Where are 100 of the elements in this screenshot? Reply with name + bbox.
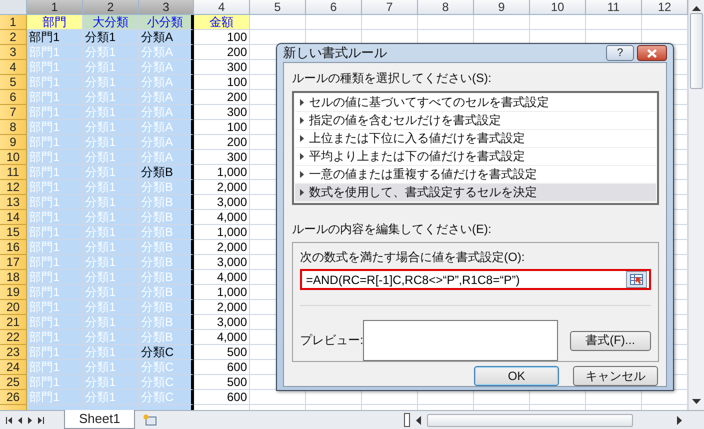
table-cell: 部門1: [27, 300, 83, 315]
row-header[interactable]: 16: [0, 240, 27, 255]
row-header[interactable]: 8: [0, 120, 27, 135]
table-cell: 分類A: [139, 75, 194, 90]
next-sheet-icon[interactable]: [28, 416, 32, 424]
table-cell: 部門1: [27, 270, 83, 285]
row-header[interactable]: 2: [0, 30, 27, 45]
table-cell: 300: [194, 105, 250, 120]
row-header[interactable]: 1: [0, 15, 27, 30]
table-cell: 分類1: [83, 225, 139, 240]
table-cell: 4,000: [194, 210, 250, 225]
scroll-right-icon[interactable]: [677, 416, 682, 424]
row-header[interactable]: 25: [0, 375, 27, 390]
table-cell: 分類A: [139, 45, 194, 60]
table-cell: 分類1: [83, 135, 139, 150]
row-header[interactable]: 23: [0, 345, 27, 360]
row-header[interactable]: 18: [0, 270, 27, 285]
row-header[interactable]: 5: [0, 75, 27, 90]
table-cell: 分類B: [139, 240, 194, 255]
rule-type-item[interactable]: 平均より上または下の値だけを書式設定: [295, 148, 656, 166]
table-cell: 分類C: [139, 360, 194, 375]
row-header[interactable]: 7: [0, 105, 27, 120]
column-header[interactable]: 8: [418, 0, 474, 15]
sheet-tab[interactable]: Sheet1: [64, 410, 136, 429]
table-cell: 分類1: [83, 75, 139, 90]
row-header[interactable]: 12: [0, 180, 27, 195]
table-cell: 分類B: [139, 195, 194, 210]
range-picker-icon: [630, 274, 643, 285]
row-header[interactable]: 24: [0, 360, 27, 375]
row-header[interactable]: 21: [0, 315, 27, 330]
row-header[interactable]: 17: [0, 255, 27, 270]
row-header[interactable]: 10: [0, 150, 27, 165]
table-cell: 分類1: [83, 120, 139, 135]
rule-type-item[interactable]: 指定の値を含むセルだけを書式設定: [295, 112, 656, 130]
table-cell: 分類1: [83, 375, 139, 390]
previous-sheet-icon[interactable]: [18, 416, 22, 424]
column-header[interactable]: 10: [530, 0, 586, 15]
table-cell: 4,000: [194, 330, 250, 345]
formula-field[interactable]: =AND(RC=R[-1]C,RC8<>“P”,R1C8=“P”): [300, 269, 651, 290]
table-cell: 分類1: [83, 180, 139, 195]
close-button[interactable]: [637, 45, 667, 61]
row-header[interactable]: 19: [0, 285, 27, 300]
table-cell: 分類B: [139, 180, 194, 195]
row-header[interactable]: 26: [0, 390, 27, 405]
help-button[interactable]: ?: [606, 45, 634, 61]
row-header[interactable]: 13: [0, 195, 27, 210]
table-cell: 分類C: [139, 345, 194, 360]
rule-type-item[interactable]: 上位または下位に入る値だけを書式設定: [295, 130, 656, 148]
row-header[interactable]: 22: [0, 330, 27, 345]
column-header[interactable]: 2: [83, 0, 139, 15]
column-header[interactable]: 4: [194, 0, 250, 15]
table-cell: 分類1: [83, 60, 139, 75]
row-header[interactable]: 9: [0, 135, 27, 150]
table-cell: 分類1: [83, 255, 139, 270]
row-header[interactable]: 20: [0, 300, 27, 315]
table-cell: 分類1: [83, 345, 139, 360]
split-handle[interactable]: [404, 413, 410, 427]
row-header[interactable]: 14: [0, 210, 27, 225]
table-cell: 部門1: [27, 165, 83, 180]
column-header[interactable]: 5: [250, 0, 306, 15]
scrollbar-thumb[interactable]: [690, 13, 703, 89]
first-sheet-icon[interactable]: [6, 416, 12, 424]
cancel-button[interactable]: キャンセル: [573, 366, 658, 386]
table-cell: 分類1: [83, 30, 139, 45]
rule-type-item[interactable]: 数式を使用して、書式設定するセルを決定: [295, 184, 656, 202]
last-sheet-icon[interactable]: [38, 416, 44, 424]
table-cell: 分類B: [139, 330, 194, 345]
table-cell: 2,000: [194, 240, 250, 255]
format-button[interactable]: 書式(F)...: [570, 330, 651, 350]
column-header[interactable]: 11: [586, 0, 642, 15]
scrollbar-thumb[interactable]: [427, 414, 633, 426]
table-cell: 部門1: [27, 315, 83, 330]
rule-type-item[interactable]: セルの値に基づいてすべてのセルを書式設定: [295, 94, 656, 112]
row-header[interactable]: 11: [0, 165, 27, 180]
table-cell: 部門1: [27, 285, 83, 300]
scroll-down-icon[interactable]: [692, 399, 701, 404]
column-header[interactable]: 3: [139, 0, 194, 15]
row-header[interactable]: 6: [0, 90, 27, 105]
table-cell: 部門1: [27, 150, 83, 165]
range-picker-button[interactable]: [626, 271, 647, 288]
scroll-left-icon[interactable]: [416, 416, 421, 424]
table-cell: 部門1: [27, 225, 83, 240]
column-header[interactable]: 12: [642, 0, 688, 15]
table-cell: 分類1: [83, 390, 139, 405]
column-header[interactable]: 6: [306, 0, 362, 15]
column-header[interactable]: 7: [362, 0, 418, 15]
row-header[interactable]: 4: [0, 60, 27, 75]
table-cell: 分類1: [83, 330, 139, 345]
row-header[interactable]: 15: [0, 225, 27, 240]
row-header[interactable]: 3: [0, 45, 27, 60]
table-cell: 分類B: [139, 255, 194, 270]
table-cell: 分類A: [139, 135, 194, 150]
table-cell: 分類1: [83, 45, 139, 60]
table-cell: 部門1: [27, 120, 83, 135]
table-cell: 分類1: [83, 210, 139, 225]
column-header[interactable]: 1: [27, 0, 83, 15]
column-header[interactable]: 9: [474, 0, 530, 15]
new-sheet-icon[interactable]: [143, 414, 158, 426]
scroll-up-icon[interactable]: [692, 6, 701, 11]
ok-button[interactable]: OK: [474, 366, 559, 386]
